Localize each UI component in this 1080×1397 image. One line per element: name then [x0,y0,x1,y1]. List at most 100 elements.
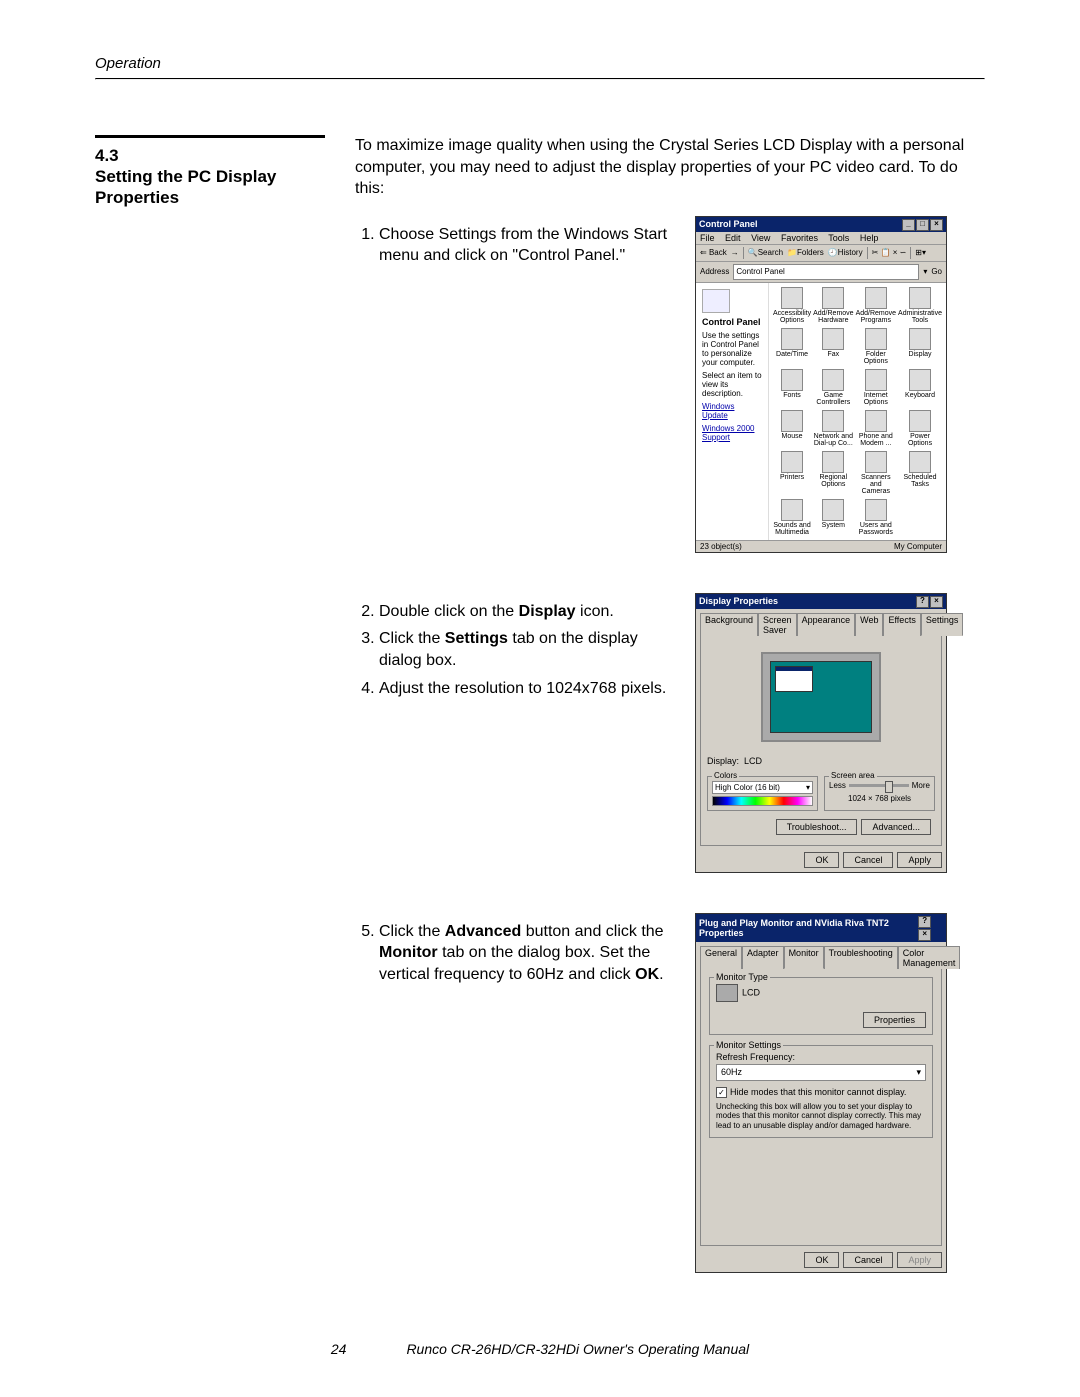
tab-appearance[interactable]: Appearance [797,613,856,636]
icon-admin-tools[interactable]: Administrative Tools [898,287,942,324]
tab-background[interactable]: Background [700,613,758,636]
help-icon[interactable]: ? [916,596,929,608]
cp-addressbar[interactable]: Address ▾ Go [696,262,946,283]
tab-settings[interactable]: Settings [921,613,964,636]
icon-internet[interactable]: Internet Options [856,369,896,406]
menu-file[interactable]: File [700,233,715,243]
menu-favorites[interactable]: Favorites [781,233,818,243]
tab-screensaver[interactable]: Screen Saver [758,613,797,636]
menu-help[interactable]: Help [860,233,879,243]
cp-folder-icon [702,289,730,313]
step-4: Adjust the resolution to 1024x768 pixels… [379,678,675,700]
cp-toolbar[interactable]: ⇐ Back → 🔍Search 📁Folders 🕘History ✂ 📋 ×… [696,245,946,262]
monitor-type-group: Monitor Type LCD Properties [709,977,933,1035]
icon-display[interactable]: Display [898,328,942,365]
icon-scheduled[interactable]: Scheduled Tasks [898,451,942,495]
icon-power[interactable]: Power Options [898,410,942,447]
right-column: To maximize image quality when using the… [355,135,985,1273]
icon-system[interactable]: System [813,499,853,536]
page-footer: 24 Runco CR-26HD/CR-32HDi Owner's Operat… [95,1341,985,1357]
apply-button[interactable]: Apply [897,1252,942,1268]
history-button[interactable]: 🕘History [828,248,863,257]
ok-button[interactable]: OK [804,1252,839,1268]
cancel-button[interactable]: Cancel [843,1252,893,1268]
left-column: 4.3 Setting the PC Display Properties [95,135,325,1273]
address-input[interactable] [733,264,919,280]
properties-button[interactable]: Properties [863,1012,926,1028]
apply-button[interactable]: Apply [897,852,942,868]
section-number: 4.3 [95,146,325,166]
icon-add-hardware[interactable]: Add/Remove Hardware [813,287,853,324]
search-button[interactable]: 🔍Search [748,248,783,257]
tab-troubleshooting[interactable]: Troubleshooting [824,946,898,969]
troubleshoot-button[interactable]: Troubleshoot... [776,819,858,835]
color-bar [712,796,813,806]
tab-monitor[interactable]: Monitor [784,946,824,969]
close-icon[interactable]: × [918,929,931,941]
icon-fonts[interactable]: Fonts [773,369,811,406]
menu-view[interactable]: View [751,233,770,243]
icon-accessibility[interactable]: Accessibility Options [773,287,811,324]
page-number: 24 [331,1341,347,1357]
dp-title: Display Properties [699,596,778,606]
refresh-label: Refresh Frequency: [716,1052,926,1062]
tab-color-management[interactable]: Color Management [898,946,961,969]
resolution-slider[interactable] [849,784,909,787]
icon-users[interactable]: Users and Passwords [856,499,896,536]
tab-general[interactable]: General [700,946,742,969]
tab-web[interactable]: Web [855,613,883,636]
dp-titlebar: Display Properties ?× [696,594,946,609]
icon-sounds[interactable]: Sounds and Multimedia [773,499,811,536]
icon-printers[interactable]: Printers [773,451,811,495]
mp-titlebar: Plug and Play Monitor and NVidia Riva TN… [696,914,946,942]
cancel-button[interactable]: Cancel [843,852,893,868]
icon-regional[interactable]: Regional Options [813,451,853,495]
cp-sidebar: Control Panel Use the settings in Contro… [696,283,769,540]
dp-tabs[interactable]: Background Screen Saver Appearance Web E… [696,609,946,635]
header-rule [95,78,985,80]
refresh-frequency-select[interactable]: 60Hz▾ [716,1064,926,1081]
icon-keyboard[interactable]: Keyboard [898,369,942,406]
section-rule [95,135,325,138]
advanced-button[interactable]: Advanced... [861,819,931,835]
close-icon[interactable]: × [930,596,943,608]
color-depth-select[interactable]: High Color (16 bit)▾ [712,781,813,794]
cp-menubar[interactable]: File Edit View Favorites Tools Help [696,232,946,245]
close-icon[interactable]: × [930,219,943,231]
icon-network[interactable]: Network and Dial-up Co... [813,410,853,447]
menu-tools[interactable]: Tools [828,233,849,243]
icon-phone[interactable]: Phone and Modem ... [856,410,896,447]
cp-icon-grid: Accessibility Options Add/Remove Hardwar… [769,283,946,540]
go-button[interactable]: Go [931,267,942,276]
window-control-buttons[interactable]: _□× [901,218,943,231]
step-2: Double click on the Display icon. [379,601,675,623]
link-windows-update[interactable]: Windows Update [702,402,762,420]
cp-side-text: Use the settings in Control Panel to per… [702,331,762,367]
menu-edit[interactable]: Edit [725,233,741,243]
status-location: My Computer [894,542,942,551]
icon-game[interactable]: Game Controllers [813,369,853,406]
cp-side-title: Control Panel [702,317,762,327]
manual-title: Runco CR-26HD/CR-32HDi Owner's Operating… [406,1341,749,1357]
icon-folder-options[interactable]: Folder Options [856,328,896,365]
icon-fax[interactable]: Fax [813,328,853,365]
help-icon[interactable]: ? [918,916,931,928]
minimize-icon[interactable]: _ [902,219,915,231]
icon-mouse[interactable]: Mouse [773,410,811,447]
icon-datetime[interactable]: Date/Time [773,328,811,365]
cp-titlebar: Control Panel _□× [696,217,946,232]
ok-button[interactable]: OK [804,852,839,868]
link-win2000-support[interactable]: Windows 2000 Support [702,424,762,442]
icon-add-programs[interactable]: Add/Remove Programs [856,287,896,324]
monitor-type-value: LCD [742,987,760,997]
mp-tabs[interactable]: General Adapter Monitor Troubleshooting … [696,942,946,968]
control-panel-window: Control Panel _□× File Edit View Favorit… [695,216,947,553]
folders-button[interactable]: 📁Folders [787,248,824,257]
hide-modes-checkbox[interactable]: ✓Hide modes that this monitor cannot dis… [716,1087,926,1098]
tab-adapter[interactable]: Adapter [742,946,784,969]
cp-statusbar: 23 object(s) My Computer [696,540,946,552]
icon-scanners[interactable]: Scanners and Cameras [856,451,896,495]
tab-effects[interactable]: Effects [883,613,920,636]
back-button[interactable]: ⇐ Back [700,248,727,257]
maximize-icon[interactable]: □ [916,219,929,231]
